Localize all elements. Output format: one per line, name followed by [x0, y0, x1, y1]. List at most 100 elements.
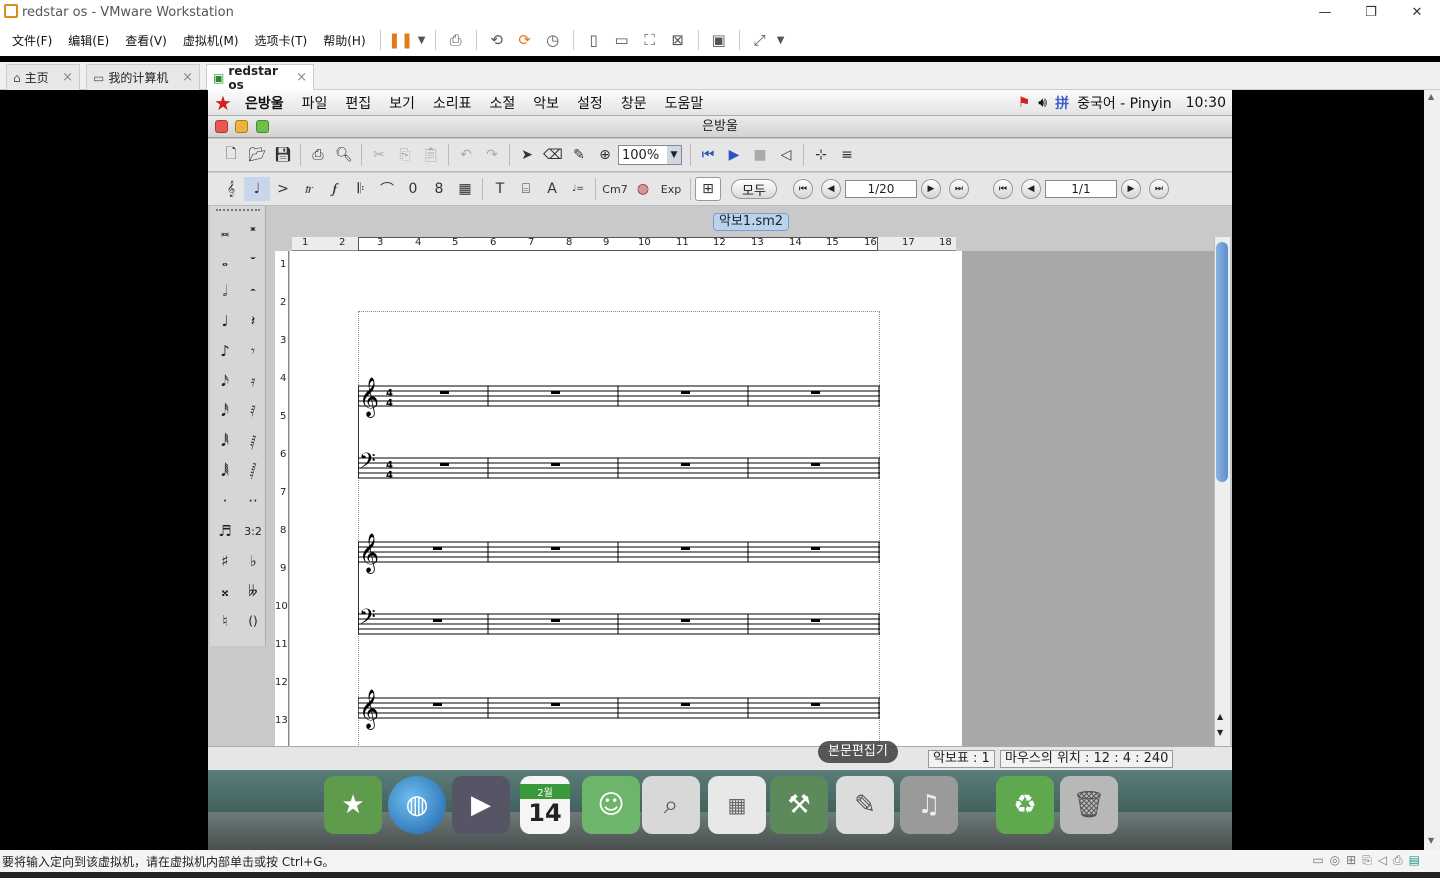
menu-tabs[interactable]: 选项卡(T): [247, 32, 316, 49]
eraser-icon[interactable]: ⌫: [540, 143, 566, 167]
score-counter[interactable]: 1/1: [1044, 180, 1117, 198]
first-page-icon[interactable]: ⏮︎: [792, 179, 813, 199]
eighth-rest-icon[interactable]: 𝄾: [240, 338, 266, 364]
hard-disk-icon[interactable]: ▭: [1312, 853, 1323, 868]
next-page-icon[interactable]: ▶: [920, 179, 941, 199]
prev-page-icon[interactable]: ◀: [820, 179, 841, 199]
snapshot-icon[interactable]: ⟲: [483, 28, 511, 52]
staff-settings-icon[interactable]: ≡: [834, 143, 860, 167]
sixty-fourth-rest-icon[interactable]: 𝅁: [240, 428, 266, 454]
articulation-icon[interactable]: >: [270, 177, 296, 201]
layout-icon[interactable]: ⊞: [695, 177, 721, 201]
scroll-up-icon[interactable]: ▲: [1428, 92, 1434, 101]
stretch-dropdown-icon[interactable]: ▼: [774, 28, 788, 52]
document-tab[interactable]: 악보1.sm2: [713, 213, 790, 231]
repeat-icon[interactable]: 𝄆: [348, 177, 374, 201]
menu-file[interactable]: 文件(F): [4, 32, 60, 49]
menu-file[interactable]: 파일: [293, 93, 337, 113]
zoom-icon[interactable]: ⊕: [592, 143, 618, 167]
zoom-select[interactable]: 100% ▼: [618, 145, 682, 165]
close-icon[interactable]: ×: [182, 70, 193, 85]
red-star-book-icon[interactable]: ★: [324, 776, 382, 834]
close-icon[interactable]: ×: [296, 70, 307, 85]
sidebar-toggle-icon[interactable]: ▯: [580, 28, 608, 52]
whole-rest-icon[interactable]: 𝄻: [240, 248, 266, 274]
undo-icon[interactable]: ↶: [453, 143, 479, 167]
flag-icon[interactable]: ⚑: [1018, 95, 1031, 111]
slur-icon[interactable]: ⌒: [374, 177, 400, 201]
tab-home[interactable]: ⌂ 主页 ×: [6, 64, 80, 90]
play-from-start-icon[interactable]: ⏮︎: [695, 143, 721, 167]
eighth-note-icon[interactable]: ♪: [212, 338, 238, 364]
scroll-down-icon[interactable]: ▼: [1217, 728, 1223, 737]
fullscreen-icon[interactable]: ⛶: [636, 28, 664, 52]
pause-icon[interactable]: ❚❚: [387, 28, 415, 52]
double-dot-icon[interactable]: ··: [240, 488, 266, 514]
ime-label[interactable]: 중국어 - Pinyin: [1077, 93, 1172, 113]
unity-icon[interactable]: ⊠: [664, 28, 692, 52]
pencil-icon[interactable]: ✎: [566, 143, 592, 167]
close-icon[interactable]: ×: [62, 70, 73, 85]
menu-view[interactable]: 보기: [380, 93, 424, 113]
menu-settings[interactable]: 설정: [568, 93, 612, 113]
all-button[interactable]: 모두: [731, 179, 777, 199]
trash-icon[interactable]: 🗑︎: [1060, 776, 1118, 834]
paste-icon[interactable]: 📋︎: [418, 143, 444, 167]
tab-my-computer[interactable]: ▭ 我的计算机 ×: [86, 64, 200, 90]
speaker-icon[interactable]: ◁: [773, 143, 799, 167]
network-icon[interactable]: ⊞: [1346, 853, 1356, 868]
last-score-icon[interactable]: ⏭︎: [1148, 179, 1169, 199]
hundred-twenty-eighth-note-icon[interactable]: 𝅘𝅥𝅲: [212, 458, 238, 484]
select-arrow-icon[interactable]: ➤: [514, 143, 540, 167]
note-tool-icon[interactable]: ♩: [244, 177, 270, 201]
tempo-icon[interactable]: ♩=: [565, 177, 591, 201]
prev-score-icon[interactable]: ◀: [1020, 179, 1041, 199]
text-tool[interactable]: T: [487, 177, 513, 201]
menu-edit[interactable]: 편집: [336, 93, 380, 113]
ornament-icon[interactable]: 𝆖: [296, 177, 322, 201]
usb-icon[interactable]: ⎘: [1362, 853, 1372, 868]
menu-measure[interactable]: 소절: [481, 93, 525, 113]
save-icon[interactable]: 💾︎: [270, 143, 296, 167]
clef-tool-icon[interactable]: 𝄞: [218, 177, 244, 201]
printer-icon[interactable]: ⎙: [1393, 853, 1403, 868]
redo-icon[interactable]: ↷: [479, 143, 505, 167]
menu-view[interactable]: 查看(V): [117, 32, 175, 49]
tuplet-icon[interactable]: ♬: [212, 518, 238, 544]
calculator-icon[interactable]: ▦: [708, 776, 766, 834]
red-star-icon[interactable]: ★: [214, 91, 232, 115]
color-icon[interactable]: ▦: [452, 177, 478, 201]
chord-tool[interactable]: Cm7: [600, 177, 630, 201]
octave-icon[interactable]: 8: [426, 177, 452, 201]
menu-help[interactable]: 帮助(H): [315, 32, 373, 49]
address-book-icon[interactable]: ☺: [582, 776, 640, 834]
open-folder-icon[interactable]: 📂︎: [244, 143, 270, 167]
system-settings-icon[interactable]: ⚒: [770, 776, 828, 834]
menu-help[interactable]: 도움말: [656, 93, 713, 113]
video-player-icon[interactable]: ▶: [452, 776, 510, 834]
vmware-scrollbar[interactable]: ▲ ▼: [1424, 90, 1440, 850]
natural-icon[interactable]: ♮: [212, 608, 238, 634]
print-icon[interactable]: ⎙: [305, 143, 331, 167]
close-button[interactable]: ✕: [1394, 0, 1440, 24]
sharp-icon[interactable]: ♯: [212, 548, 238, 574]
console-icon[interactable]: ▣: [705, 28, 733, 52]
scroll-down-icon[interactable]: ▼: [1428, 836, 1434, 845]
menu-edit[interactable]: 编辑(E): [60, 32, 117, 49]
dot-icon[interactable]: ·: [212, 488, 238, 514]
ime-icon[interactable]: 拼: [1055, 93, 1069, 113]
calendar-icon[interactable]: 2월 14: [520, 776, 570, 834]
volume-icon[interactable]: 🔊︎: [1038, 95, 1047, 111]
search-magnifier-icon[interactable]: ⌕: [642, 776, 700, 834]
instrument-icon[interactable]: ◍: [630, 177, 656, 201]
quarter-rest-icon[interactable]: 𝄽: [240, 308, 266, 334]
next-score-icon[interactable]: ▶: [1120, 179, 1141, 199]
snapshot-manager-icon[interactable]: ◷: [539, 28, 567, 52]
minimize-button[interactable]: —: [1302, 0, 1348, 24]
copy-icon[interactable]: ⎘: [392, 143, 418, 167]
cd-drive-icon[interactable]: ◎: [1330, 853, 1340, 868]
flat-icon[interactable]: ♭: [240, 548, 266, 574]
pause-dropdown-icon[interactable]: ▼: [415, 28, 429, 52]
guest-screen[interactable]: ★ 은방울 파일 편집 보기 소리표 소절 악보 설정 창문 도움말 ⚑ 🔊︎ …: [208, 90, 1232, 850]
scrollbar-thumb[interactable]: [1216, 242, 1228, 482]
